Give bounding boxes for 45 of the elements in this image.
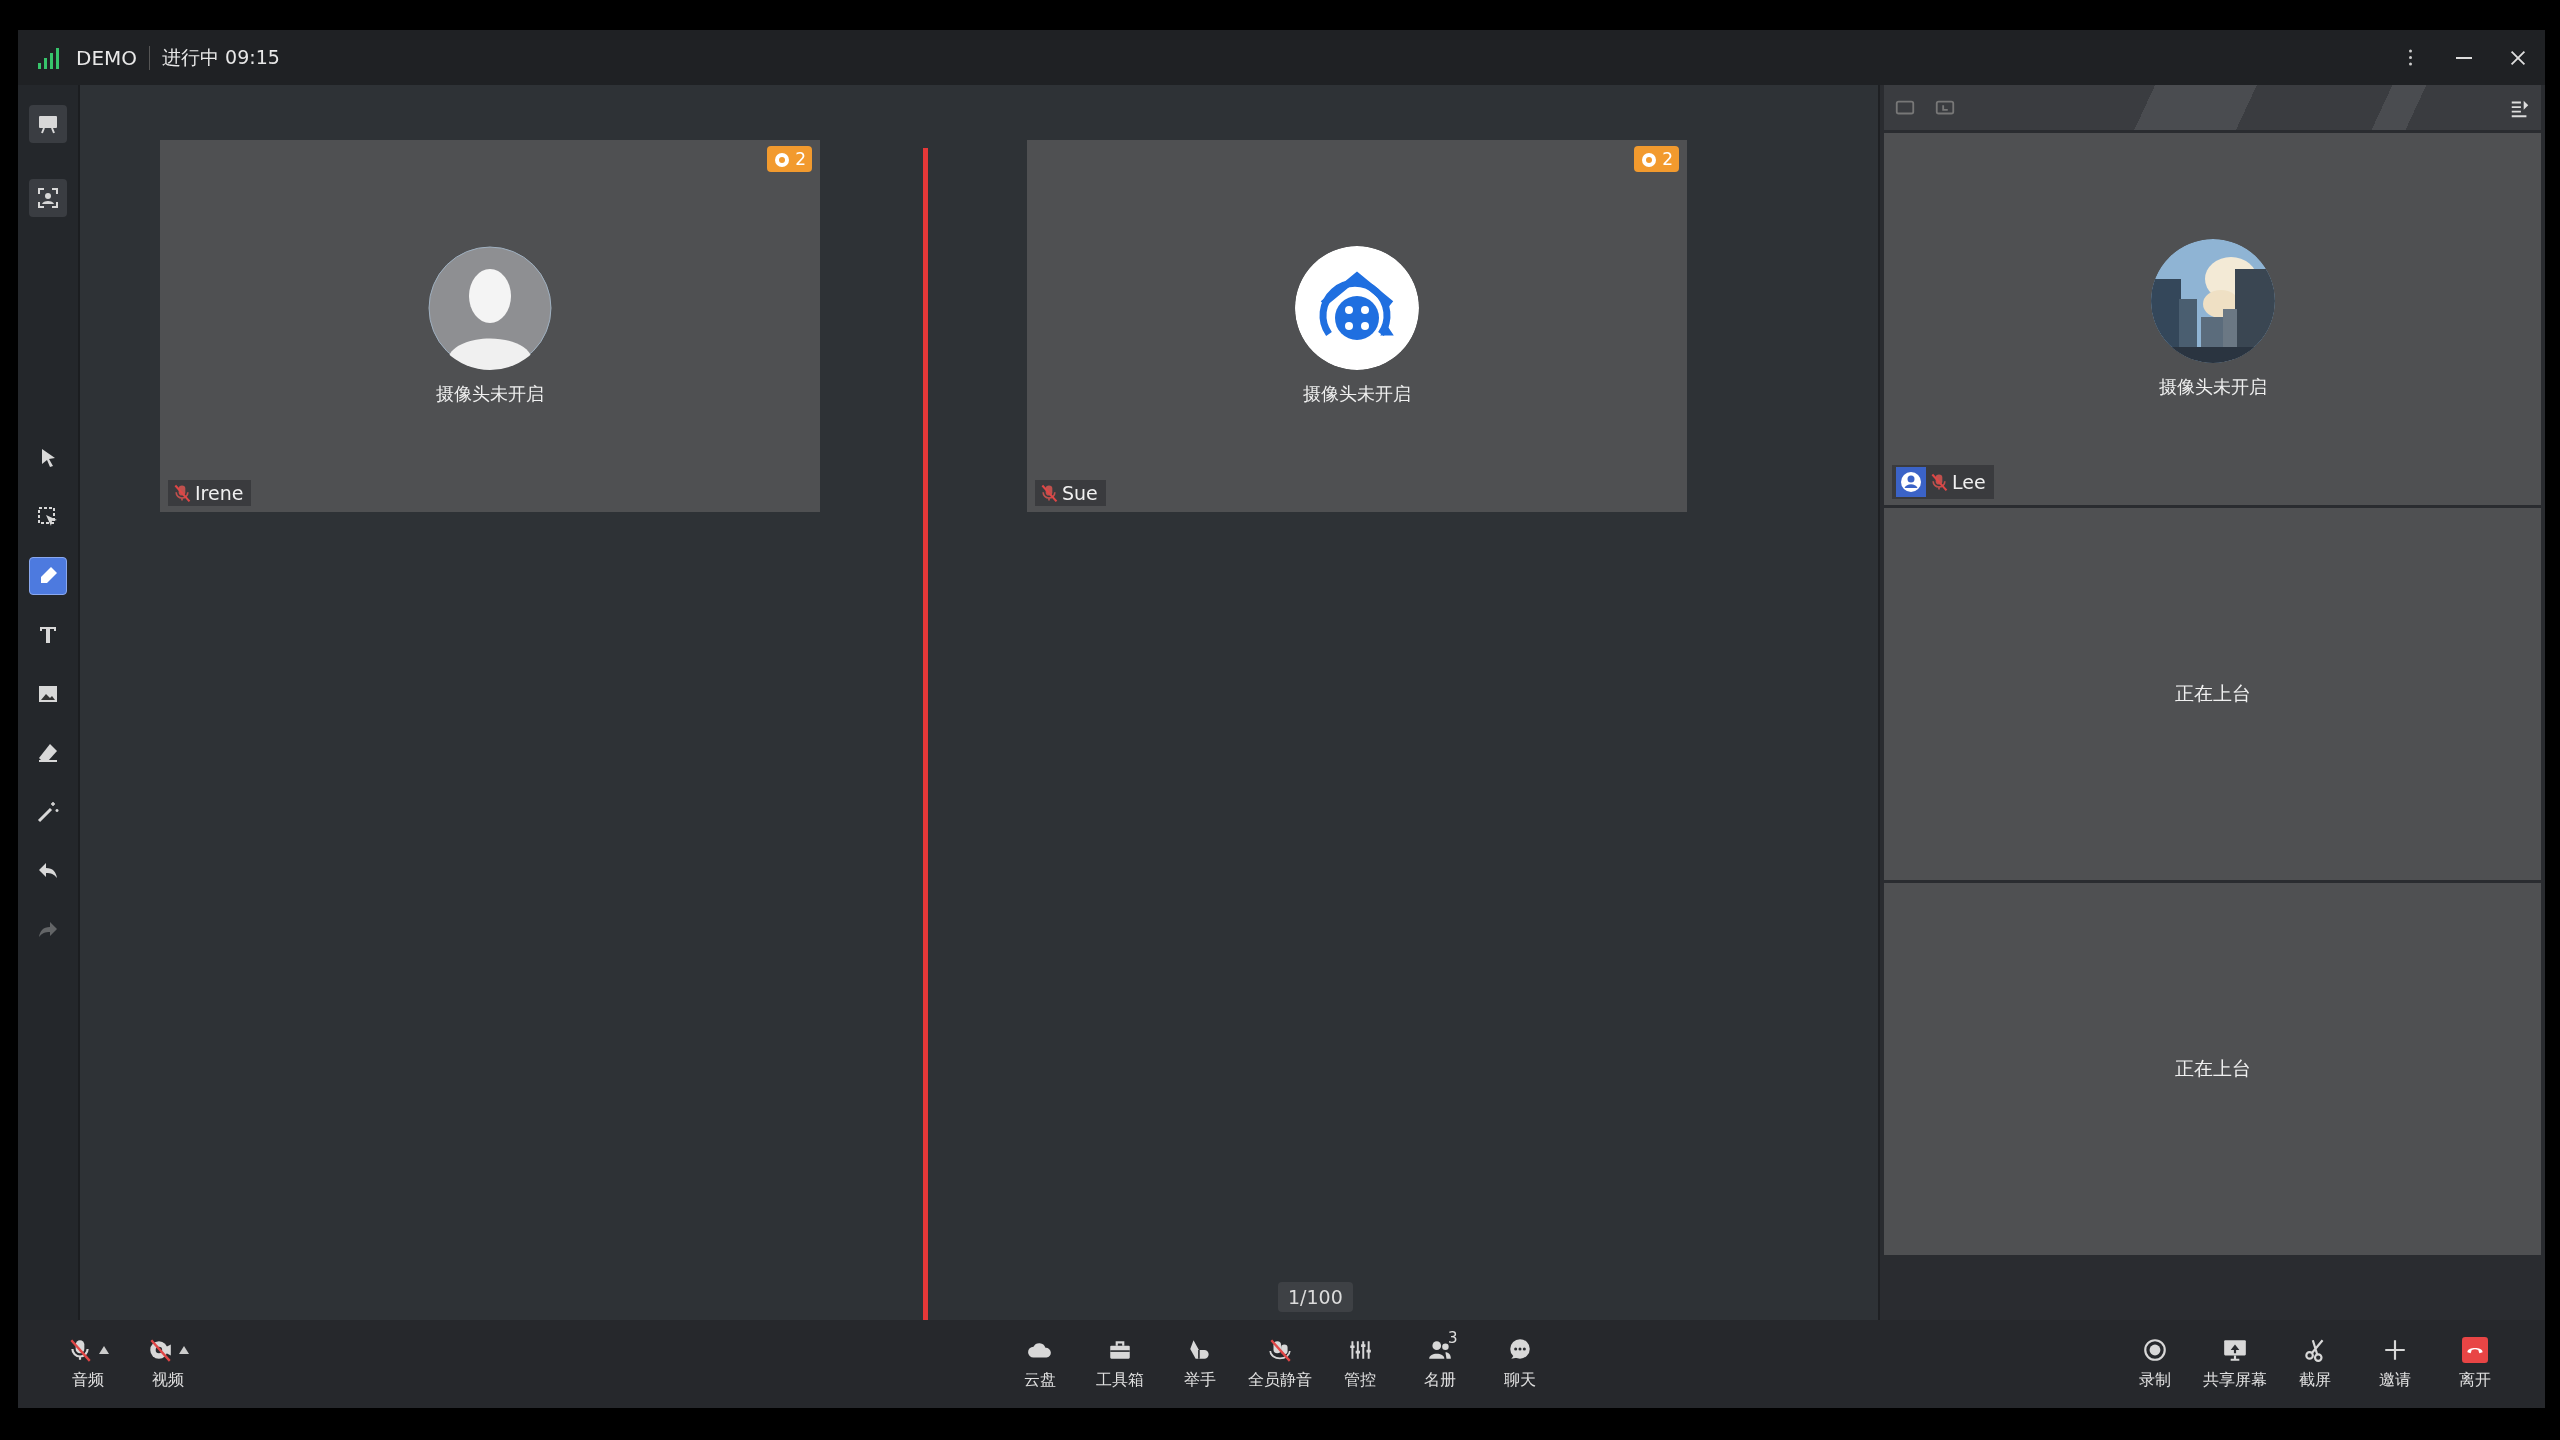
participant-count: 3: [1448, 1329, 1458, 1347]
camera-off-caption: 摄像头未开启: [1303, 382, 1411, 406]
chat-button[interactable]: 聊天: [1480, 1329, 1560, 1399]
meeting-status: 进行中 09:15: [162, 44, 280, 70]
record-icon: [2142, 1337, 2168, 1363]
camera-icon: [1640, 150, 1659, 168]
screen-share-icon: [2222, 1337, 2248, 1363]
sliders-button[interactable]: 管控: [1320, 1329, 1400, 1399]
leave-button[interactable]: 离开: [2435, 1329, 2515, 1399]
camera-off-caption: 摄像头未开启: [2158, 375, 2267, 399]
toolbox-button[interactable]: 工具箱: [1080, 1329, 1160, 1399]
hand-button[interactable]: 举手: [1160, 1329, 1240, 1399]
joining-caption: 正在上台: [2174, 681, 2251, 706]
pen-tool[interactable]: [29, 557, 67, 595]
more-icon: [2408, 49, 2412, 66]
camera-count: 2: [1662, 149, 1673, 169]
mic-button[interactable]: 音频: [48, 1329, 128, 1399]
minimize-icon: [2455, 56, 2473, 59]
app-name: DEMO: [76, 45, 151, 70]
camera-off-caption: 摄像头未开启: [436, 382, 544, 406]
record-button[interactable]: 录制: [2115, 1329, 2195, 1399]
mute-all-icon: [1267, 1337, 1293, 1363]
portrait-icon: [36, 186, 60, 210]
page-indicator: 1/100: [1278, 1282, 1353, 1312]
share-button[interactable]: 共享屏幕: [2195, 1329, 2275, 1399]
caret-icon[interactable]: [179, 1346, 189, 1354]
participant-name: Irene: [195, 482, 244, 504]
muteall-button[interactable]: 全员静音: [1240, 1329, 1320, 1399]
whiteboard-tool[interactable]: [29, 105, 67, 143]
scissors-button[interactable]: 截屏: [2275, 1329, 2355, 1399]
participant-name: Lee: [1952, 471, 1986, 493]
caret-icon[interactable]: [99, 1346, 109, 1354]
wand-icon: [36, 800, 60, 824]
cloud-button[interactable]: 云盘: [1000, 1329, 1080, 1399]
hang-up-icon: [2462, 1337, 2488, 1363]
plus-button[interactable]: 邀请: [2355, 1329, 2435, 1399]
portrait-tool[interactable]: [29, 179, 67, 217]
plus-icon: [2382, 1337, 2408, 1363]
participant-name: Sue: [1062, 482, 1098, 504]
eraser-icon: [36, 741, 60, 765]
camera-count: 2: [795, 149, 806, 169]
camera-icon: [773, 150, 792, 168]
joining-caption: 正在上台: [2174, 1056, 2251, 1081]
roster-button[interactable]: 名册 3: [1400, 1329, 1480, 1399]
camera-button[interactable]: 视频: [128, 1329, 208, 1399]
